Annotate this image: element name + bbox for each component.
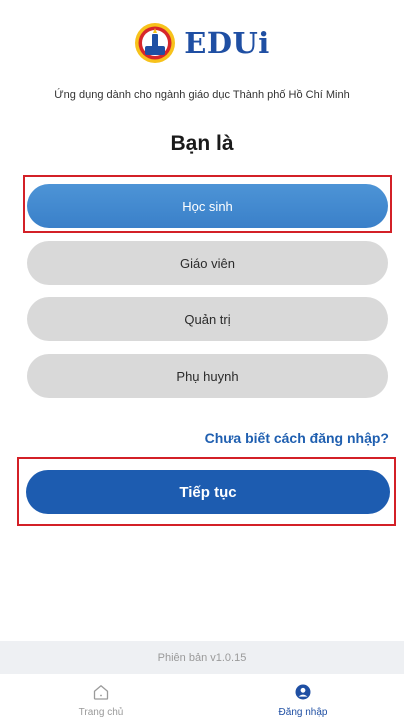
nav-label-login: Đăng nhập xyxy=(278,707,328,718)
nav-label-home: Trang chủ xyxy=(78,707,124,718)
user-icon xyxy=(295,684,311,700)
role-prompt: Bạn là xyxy=(170,132,234,155)
nav-item-login[interactable]: Đăng nhập xyxy=(202,674,404,721)
role-option-teacher[interactable]: Giáo viên xyxy=(27,241,388,285)
home-icon xyxy=(93,685,109,700)
continue-button[interactable]: Tiếp tục xyxy=(26,470,390,514)
nav-item-home[interactable]: Trang chủ xyxy=(0,674,202,721)
version-text: Phiên bản v1.0.15 xyxy=(157,651,247,664)
bottom-nav: Trang chủ Đăng nhập xyxy=(0,674,404,721)
role-option-admin[interactable]: Quản trị xyxy=(27,297,388,341)
app-name: EDUi xyxy=(184,26,270,60)
role-option-parent[interactable]: Phụ huynh xyxy=(27,354,388,398)
version-bar: Phiên bản v1.0.15 xyxy=(0,641,404,674)
app-subtitle: Ứng dụng dành cho ngành giáo dục Thành p… xyxy=(54,89,350,101)
school-emblem-icon xyxy=(135,23,176,63)
role-option-student[interactable]: Học sinh xyxy=(27,184,388,228)
login-help-link[interactable]: Chưa biết cách đăng nhập? xyxy=(205,430,389,446)
app-logo: EDUi xyxy=(0,22,404,64)
